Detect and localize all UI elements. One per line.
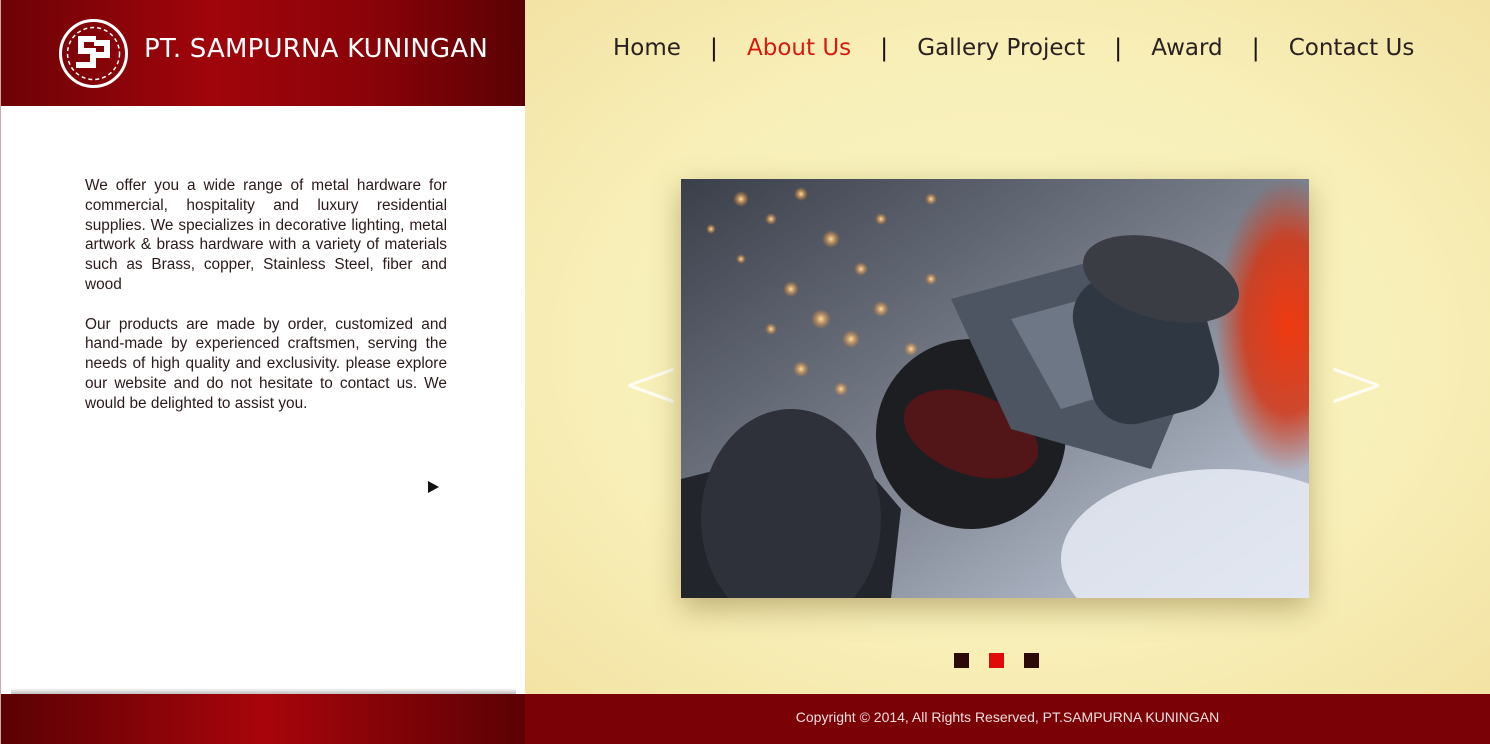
nav-item-award[interactable]: Award — [1151, 35, 1222, 61]
nav-separator: | — [880, 34, 889, 62]
play-triangle-icon[interactable] — [428, 481, 439, 493]
nav-separator: | — [1114, 34, 1123, 62]
brand-header: PT. SAMPURNA KUNINGAN — [1, 0, 526, 106]
nav-item-about-us[interactable]: About Us — [747, 35, 851, 61]
nav-item-gallery-project[interactable]: Gallery Project — [917, 35, 1085, 61]
slider-dot-1[interactable] — [954, 653, 969, 668]
main-nav: Home | About Us | Gallery Project | Awar… — [613, 30, 1414, 66]
slider-dot-2[interactable] — [989, 653, 1004, 668]
slider-image — [681, 179, 1309, 598]
slider-next-button[interactable]: > — [1326, 347, 1386, 419]
main-panel: Home | About Us | Gallery Project | Awar… — [525, 0, 1490, 694]
nav-separator: | — [1251, 34, 1260, 62]
nav-item-home[interactable]: Home — [613, 35, 681, 61]
nav-separator: | — [709, 34, 719, 62]
sp-monogram-logo[interactable] — [56, 16, 131, 91]
slider-pagination — [954, 653, 1039, 668]
intro-text: We offer you a wide range of metal hardw… — [85, 176, 447, 433]
left-panel: PT. SAMPURNA KUNINGAN We offer you a wid… — [0, 0, 526, 744]
slider-prev-button[interactable]: < — [621, 347, 681, 419]
left-footer-bar — [1, 694, 526, 744]
footer-bar: Copyright © 2014, All Rights Reserved, P… — [525, 694, 1490, 744]
angle-grinder-sparks-photo — [681, 179, 1309, 598]
intro-paragraph-2: Our products are made by order, customiz… — [85, 315, 447, 412]
copyright-text: Copyright © 2014, All Rights Reserved, P… — [795, 709, 1220, 725]
intro-paragraph-1: We offer you a wide range of metal hardw… — [85, 177, 447, 293]
nav-item-contact-us[interactable]: Contact Us — [1289, 35, 1415, 61]
brand-name[interactable]: PT. SAMPURNA KUNINGAN — [144, 34, 488, 64]
slider-dot-3[interactable] — [1024, 653, 1039, 668]
